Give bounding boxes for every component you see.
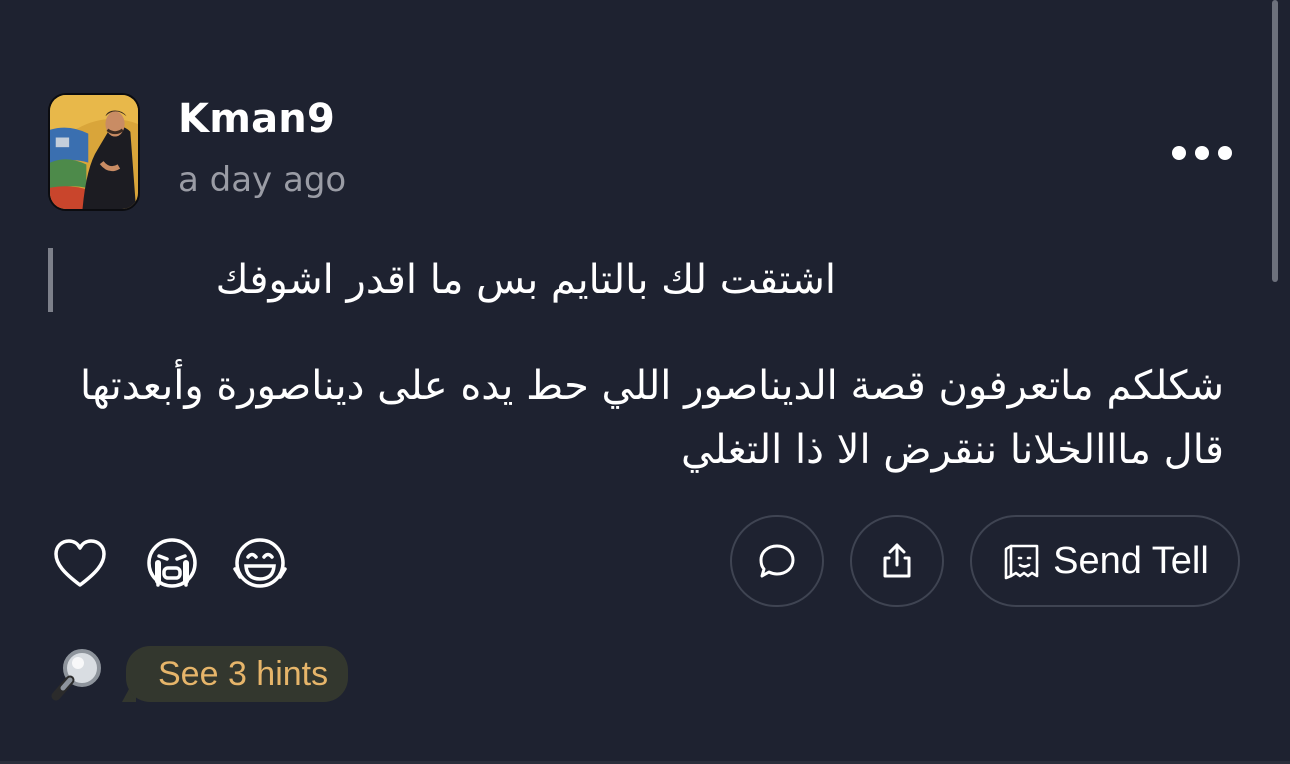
post-card: Kman9 a day ago اشتقت لك بالتايم بس ما ا… xyxy=(0,0,1290,764)
avatar-image xyxy=(50,95,138,209)
laughing-face-icon[interactable] xyxy=(230,533,290,593)
heart-icon[interactable] xyxy=(50,533,110,593)
dot xyxy=(1172,146,1186,160)
magnifier-icon xyxy=(48,646,106,702)
comment-button[interactable] xyxy=(730,515,824,607)
dot xyxy=(1195,146,1209,160)
see-hints-button[interactable]: See 3 hints xyxy=(126,646,349,702)
comment-bubble-icon xyxy=(759,544,795,578)
message-text: شكلكم ماتعرفون قصة الديناصور اللي حط يده… xyxy=(80,363,1224,473)
send-tell-button[interactable]: Send Tell xyxy=(970,515,1240,607)
username[interactable]: Kman9 xyxy=(178,96,335,142)
quoted-message: اشتقت لك بالتايم بس ما اقدر اشوفك xyxy=(48,248,848,312)
share-button[interactable] xyxy=(850,515,944,607)
timestamp: a day ago xyxy=(178,160,347,200)
more-dots-icon[interactable] xyxy=(1164,136,1240,170)
tell-note-icon xyxy=(1004,544,1039,580)
scrollbar[interactable] xyxy=(1272,0,1278,282)
quote-text: اشتقت لك بالتايم بس ما اقدر اشوفك xyxy=(215,257,836,303)
dot xyxy=(1218,146,1232,160)
send-tell-label: Send Tell xyxy=(1053,539,1209,582)
share-icon xyxy=(883,543,911,578)
crying-face-icon[interactable] xyxy=(142,533,202,593)
avatar[interactable] xyxy=(48,93,140,211)
